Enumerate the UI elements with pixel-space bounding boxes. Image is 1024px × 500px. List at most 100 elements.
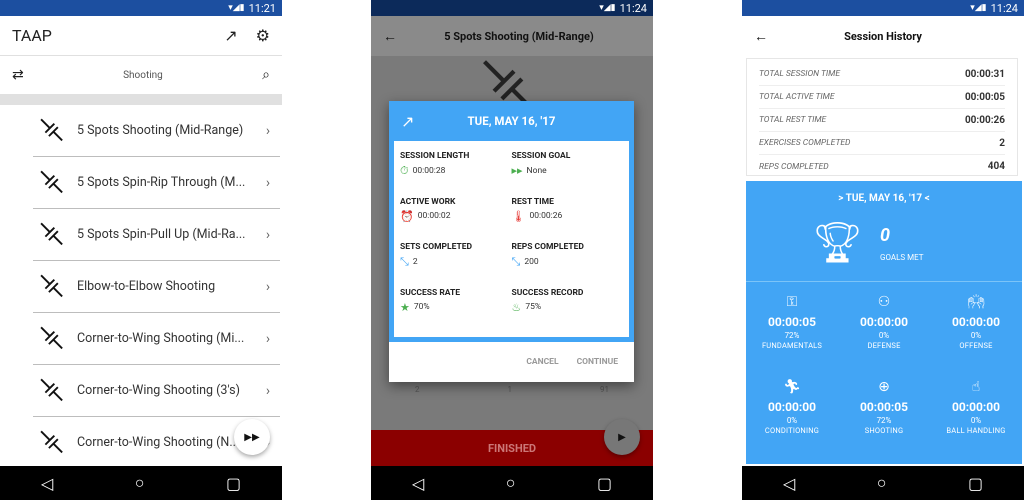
category-defense[interactable]: ⚇ 00:00:00 0% DEFENSE [838,294,930,379]
summary-value: 404 [987,161,1005,172]
home-icon[interactable]: ○ [877,473,887,493]
summary-value: 00:00:31 [964,68,1005,80]
summary-label: TOTAL ACTIVE TIME [759,92,835,102]
category-time: 00:00:00 [951,400,1001,414]
dumbbell-icon: ⊣⊢ [31,319,71,358]
phone-session-dialog: ▾◢▮ 11:24 ← 5 Spots Shooting (Mid-Range)… [371,0,653,500]
fast-forward-button[interactable]: ▶▶ [234,419,270,455]
list-item-label: Corner-to-Wing Shooting (N... [77,435,240,450]
category-conditioning[interactable]: 🏃︎ 00:00:00 0% CONDITIONING [746,379,838,464]
bg-stat: 1 [507,385,513,394]
back-icon[interactable]: ◁ [783,474,795,493]
back-icon[interactable]: ◁ [41,474,53,493]
play-button[interactable]: ▶ [604,419,640,455]
stat-value: None [526,165,547,176]
list-item-label: 5 Spots Spin-Rip Through (M... [77,175,246,190]
list-item[interactable]: ⊣⊢ 5 Spots Spin-Rip Through (M... › [31,157,280,209]
fast-forward-icon: ▸▸ [511,164,523,177]
android-nav-bar: ◁ ○ ▢ [742,466,1024,500]
summary-value: 00:00:05 [964,91,1005,103]
goals-count: 0 [880,225,891,246]
category-name: DEFENSE [867,341,901,350]
category-percent: 0% [786,416,798,425]
category-time: 00:00:05 [859,400,909,414]
dumbbell-icon: ⊣⊢ [31,163,71,202]
category-offense[interactable]: 🙌︎ 00:00:00 0% OFFENSE [930,294,1022,379]
stat-active-work: ACTIVE WORK ⏰ 00:00:02 [400,197,512,243]
back-arrow-icon[interactable]: ← [754,28,768,45]
summary-value: 00:00:26 [964,114,1005,126]
thermometer-icon: 🌡 [511,209,526,223]
summary-label: TOTAL SESSION TIME [759,69,840,79]
bg-stat: 91 [600,385,609,394]
stat-value: 200 [524,257,539,267]
summary-row: TOTAL ACTIVE TIME 00:00:05 [759,86,1005,109]
recents-icon[interactable]: ▢ [968,474,983,493]
flame-icon: ♨ [511,300,522,314]
goals-panel: > TUE, MAY 16, '17 < 🏆︎ 0 GOALS MET [746,181,1022,281]
history-toolbar: ← Session History [742,16,1024,56]
cancel-button[interactable]: CANCEL [526,357,558,367]
list-item[interactable]: ⊣⊢ Corner-to-Wing Shooting (3's) › [31,365,280,417]
stat-label: SETS COMPLETED [400,242,473,252]
summary-row: TOTAL REST TIME 00:00:26 [759,109,1005,132]
dumbbell-icon: ⊣⊢ [31,215,71,254]
status-time: 11:21 [248,1,276,15]
list-item[interactable]: ⊣⊢ 5 Spots Spin-Pull Up (Mid-Ra... › [31,209,280,261]
dialog-header: ↗ TUE, MAY 16, '17 [389,101,634,141]
stat-value: 75% [525,302,542,312]
trending-icon[interactable]: ↗ [224,26,237,45]
category-name: OFFENSE [959,341,993,350]
category-time: 00:00:00 [859,315,909,329]
home-icon[interactable]: ○ [135,473,145,493]
list-item[interactable]: ⊣⊢ Elbow-to-Elbow Shooting › [32,261,280,313]
list-item-label: Corner-to-Wing Shooting (3's) [77,383,240,398]
list-item[interactable]: ⊣⊢ Corner-to-Wing Shooting (Mi... › [31,313,280,365]
list-item[interactable]: ⊣⊢ 5 Spots Shooting (Mid-Range) › [32,105,280,157]
recents-icon[interactable]: ▢ [226,474,241,493]
bg-stat: 2 [415,385,420,394]
back-arrow-icon[interactable]: ← [383,28,397,45]
category-time: 00:00:05 [767,315,817,329]
search-icon[interactable]: ⌕ [262,67,270,83]
expand-icon: ⤡ [400,255,409,268]
category-percent: 0% [878,331,890,340]
category-percent: 72% [876,416,892,425]
key-icon: ⚿ [786,294,798,310]
gear-icon[interactable]: ⚙ [256,26,270,45]
summary-label: REPS COMPLETED [759,161,829,172]
list-item-label: 5 Spots Spin-Pull Up (Mid-Ra... [77,227,246,242]
exercise-title: 5 Spots Shooting (Mid-Range) [444,29,594,43]
phone-session-history: ▾◢▮ 11:24 ← Session History TOTAL SESSIO… [742,0,1024,500]
stat-reps-completed: REPS COMPLETED ⤡ 200 [512,242,624,288]
dumbbell-icon: ⊣⊢ [31,423,71,462]
stat-success-record: SUCCESS RECORD ♨ 75% [512,288,624,334]
status-bar: ▾◢▮ 11:21 [0,0,282,16]
continue-button[interactable]: CONTINUE [577,357,618,367]
back-icon[interactable]: ◁ [412,474,424,493]
dialog-date: TUE, MAY 16, '17 [467,114,556,128]
goals-label: GOALS MET [880,253,924,262]
stat-value: 00:00:02 [417,211,451,221]
date-navigator[interactable]: > TUE, MAY 16, '17 < [746,193,1022,204]
alarm-icon: ⏰ [400,209,414,223]
category-shooting[interactable]: ⊕ 00:00:05 72% SHOOTING [838,379,930,464]
chevron-right-icon: › [265,122,271,139]
category-name: FUNDAMENTALS [761,341,823,350]
trending-icon: ↗ [401,111,415,131]
stat-label: SESSION LENGTH [400,151,470,161]
summary-row: REPS COMPLETED 404 [759,155,1005,178]
recents-icon[interactable]: ▢ [597,474,612,493]
dialog-actions: CANCEL CONTINUE [389,342,634,382]
home-icon[interactable]: ○ [506,473,516,493]
chevron-right-icon: › [265,330,271,347]
summary-label: TOTAL REST TIME [759,115,827,125]
category-fundamentals[interactable]: ⚿ 00:00:05 72% FUNDAMENTALS [746,294,838,379]
category-grid: ⚿ 00:00:05 72% FUNDAMENTALS ⚇ 00:00:00 0… [746,282,1022,464]
status-bar: ▾◢▮ 11:24 [371,0,653,16]
category-ball-handling[interactable]: ☝ 00:00:00 0% BALL HANDLING [930,379,1022,464]
swap-icon[interactable]: ⇄ [12,67,24,83]
status-time: 11:24 [990,1,1018,15]
dumbbell-icon: ⊣⊢ [31,371,71,410]
summary-row: TOTAL SESSION TIME 00:00:31 [759,63,1005,86]
